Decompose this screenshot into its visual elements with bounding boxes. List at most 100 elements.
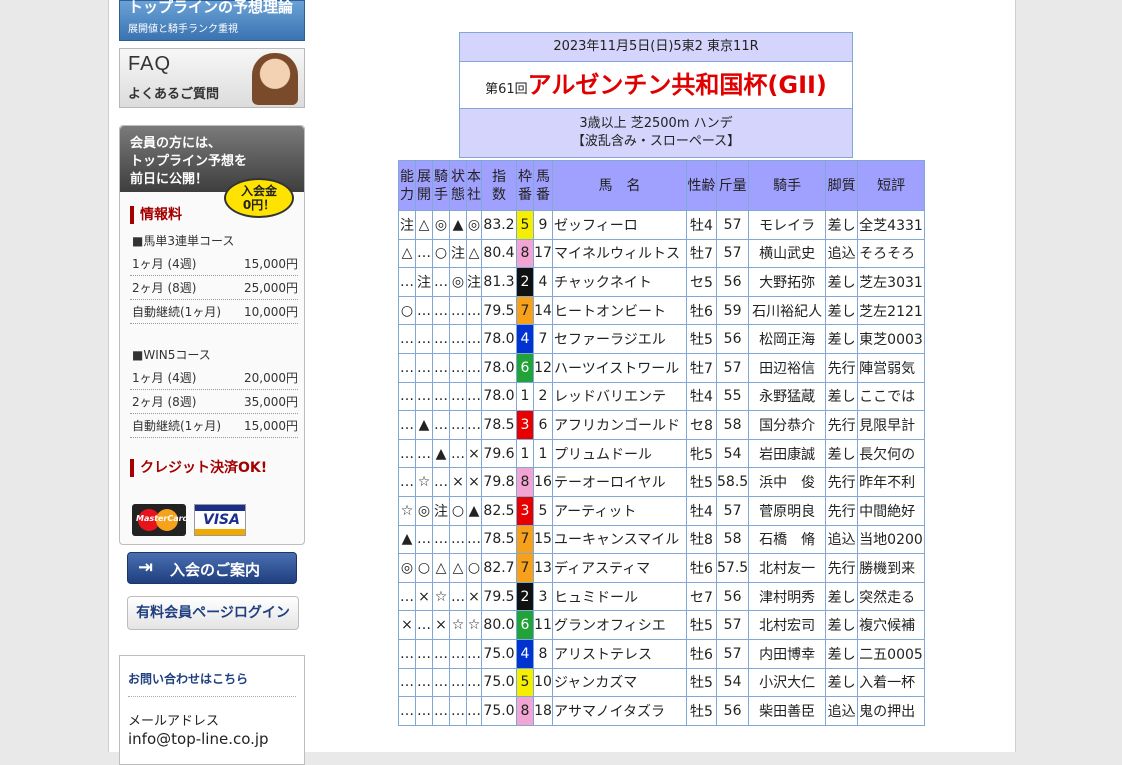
jockey-mark: …: [432, 381, 450, 412]
horse-name[interactable]: マイネルウィルトス: [552, 238, 687, 269]
gate-number: 1: [516, 438, 534, 469]
mastercard-icon: MasterCard: [132, 504, 189, 536]
horse-name[interactable]: テーオーロイヤル: [552, 467, 687, 497]
weight: 58: [715, 524, 750, 555]
index: 78.5: [481, 524, 517, 555]
gate-number: 1: [516, 381, 534, 412]
running-style: 先行: [825, 553, 859, 583]
gate-number: 7: [516, 295, 534, 326]
col-header: 能力: [398, 160, 416, 211]
horse-name[interactable]: プリュムドール: [552, 438, 687, 469]
condition-mark: ◎: [449, 267, 467, 297]
horse-name[interactable]: ユーキャンスマイル: [552, 524, 687, 555]
price-value: 15,000円: [244, 419, 298, 433]
ability-mark: …: [398, 381, 416, 412]
honsha-mark: △: [466, 238, 482, 269]
pace-mark: ◎: [415, 495, 433, 526]
horse-name[interactable]: アリストテレス: [552, 638, 687, 669]
credit-title: クレジット決済OK!: [130, 459, 267, 477]
horse-number: 15: [533, 524, 553, 555]
race-date: 2023年11月5日(日)5東2 東京11R: [460, 33, 852, 62]
sex-age: 牡5: [686, 696, 717, 726]
col-header: 騎手: [748, 160, 827, 211]
divider: [128, 696, 296, 697]
table-row: … × ☆… × 79.5 2 3 ヒュミドール セ7 56 津村明秀 差し 突然走る: [398, 581, 926, 612]
horse-name[interactable]: アサマノイタズラ: [552, 696, 687, 726]
jockey-mark: …: [432, 638, 450, 669]
mail-address[interactable]: info@top-line.co.jp: [128, 730, 269, 748]
pace-mark: ▲: [415, 410, 433, 440]
horse-name[interactable]: ハーツイストワール: [552, 352, 687, 383]
race-edition: 第61回: [485, 82, 528, 97]
course-title: ■馬単3連単コース: [132, 234, 235, 248]
join-guide-button[interactable]: ⇥ 入会のご案内: [127, 552, 297, 584]
condition-mark: ○: [449, 495, 467, 526]
sex-age: 牡6: [686, 638, 717, 669]
member-login-button[interactable]: 有料会員ページログイン: [127, 596, 299, 630]
horse-number: 1: [533, 438, 553, 469]
horse-name[interactable]: チャックネイト: [552, 267, 687, 297]
condition-mark: …: [449, 581, 467, 612]
table-row: … 注… ◎ 注 81.3 2 4 チャックネイト セ5 56 大野拓弥 差し 芝左3031: [398, 267, 926, 297]
condition-mark: …: [449, 352, 467, 383]
jockey: 菅原明良: [748, 495, 827, 526]
weight: 58.5: [715, 467, 750, 497]
ability-mark: 注: [398, 210, 416, 240]
horse-name[interactable]: アフリカンゴールド: [552, 410, 687, 440]
ability-mark: …: [398, 467, 416, 497]
horse-name[interactable]: ヒートオンビート: [552, 295, 687, 326]
gate-number: 6: [516, 352, 534, 383]
ability-mark: …: [398, 438, 416, 469]
horse-number: 11: [533, 610, 553, 640]
honsha-mark: …: [466, 410, 482, 440]
col-header: 馬 名: [552, 160, 687, 211]
ability-mark: …: [398, 638, 416, 669]
price-row: 2ヶ月 (8週) 35,000円: [130, 391, 298, 414]
ability-mark: ○: [398, 295, 416, 326]
pace-mark: 注: [415, 267, 433, 297]
sex-age: 牡4: [686, 495, 717, 526]
col-header: 展開: [415, 160, 433, 211]
index: 79.5: [481, 581, 517, 612]
horse-number: 4: [533, 267, 553, 297]
condition-mark: ×: [449, 467, 467, 497]
ability-mark: △: [398, 238, 416, 269]
col-header: 短評: [857, 160, 926, 211]
gate-number: 7: [516, 553, 534, 583]
header-line: トップライン予想を: [130, 154, 248, 169]
prediction-theory-banner[interactable]: トップラインの予想理論 展開値と騎手ランク重視: [119, 0, 305, 41]
honsha-mark: 注: [466, 267, 482, 297]
horse-name[interactable]: グランオフィシエ: [552, 610, 687, 640]
ability-mark: …: [398, 696, 416, 726]
horse-name[interactable]: レッドバリエンテ: [552, 381, 687, 412]
race-name: アルゼンチン共和国杯(GII): [527, 71, 827, 99]
gate-number: 8: [516, 696, 534, 726]
col-header: 本社: [466, 160, 482, 211]
pace-mark: …: [415, 667, 433, 698]
jockey-mark: ▲: [432, 438, 450, 469]
weight: 56: [715, 581, 750, 612]
horse-name[interactable]: ジャンカズマ: [552, 667, 687, 698]
running-style: 差し: [825, 381, 859, 412]
index: 80.0: [481, 610, 517, 640]
horse-name[interactable]: ディアスティマ: [552, 553, 687, 583]
horse-number: 10: [533, 667, 553, 698]
sex-age: 牡4: [686, 210, 717, 240]
col-header: 指数: [481, 160, 517, 211]
prediction-table: 能力 展開 騎手 状態 本社 指数 枠番 馬番 馬 名 性齢 斤量 騎手 脚質 …: [398, 160, 926, 726]
col-header: 性齢: [686, 160, 717, 211]
horse-name[interactable]: セファーラジエル: [552, 324, 687, 354]
member-panel: 会員の方には、 トップライン予想を 前日に公開！ 入会金 0円！ 情報料 ■馬単…: [119, 125, 305, 545]
faq-banner[interactable]: FAQ よくあるご質問: [119, 48, 305, 108]
horse-name[interactable]: ゼッフィーロ: [552, 210, 687, 240]
mastercard-label: MasterCard: [136, 514, 189, 523]
table-row: △… ○ 注 △ 80.4 8 17 マイネルウィルトス 牡7 57 横山武史 追込 そろそろ: [398, 238, 926, 269]
horse-number: 17: [533, 238, 553, 269]
horse-name[interactable]: ヒュミドール: [552, 581, 687, 612]
table-row: ◎ ○ △ △ ○ 82.7 7 13 ディアスティマ 牡6 57.5 北村友一 先行 勝機到来: [398, 553, 926, 583]
weight: 54: [715, 438, 750, 469]
honsha-mark: ×: [466, 438, 482, 469]
contact-title[interactable]: お問い合わせはこちら: [128, 670, 248, 687]
horse-name[interactable]: アーティット: [552, 495, 687, 526]
index: 78.0: [481, 324, 517, 354]
